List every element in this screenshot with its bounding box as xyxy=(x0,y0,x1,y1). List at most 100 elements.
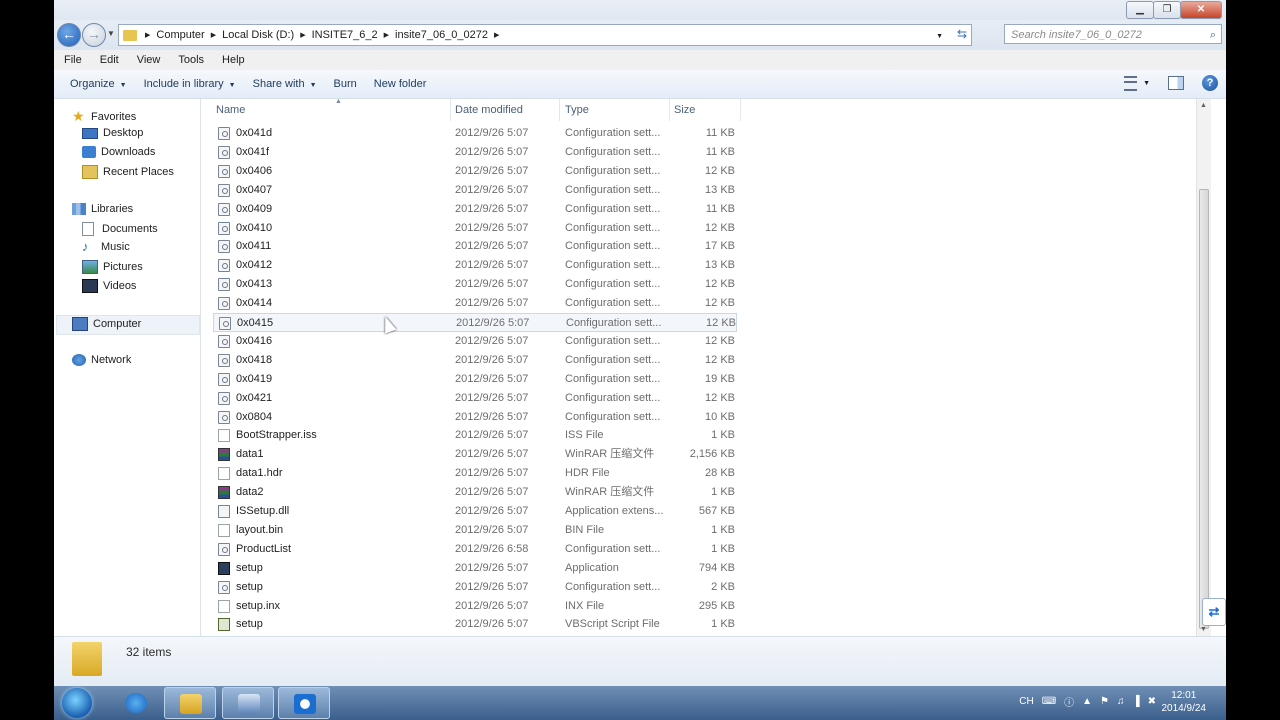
taskbar-windows-explorer[interactable] xyxy=(164,687,216,719)
refresh-icon[interactable]: ⇆ xyxy=(957,27,967,41)
file-row[interactable]: setup 2012/9/26 5:07 VBScript Script File 1… xyxy=(213,615,737,634)
file-row[interactable]: 0x0419 2012/9/26 5:07 Configuration sett..… xyxy=(213,370,737,389)
nav-network[interactable]: Network xyxy=(72,354,131,366)
power-icon[interactable]: ✖ xyxy=(1148,696,1156,707)
address-dropdown-icon[interactable]: ▼ xyxy=(936,33,943,40)
file-row[interactable]: setup 2012/9/26 5:07 Application 794 KB xyxy=(213,559,737,578)
volume-icon[interactable]: ♫ xyxy=(1117,696,1125,707)
file-row[interactable]: 0x0409 2012/9/26 5:07 Configuration sett..… xyxy=(213,200,737,219)
organize-button[interactable]: Organize ▼ xyxy=(62,78,136,90)
nav-computer[interactable]: Computer xyxy=(72,317,141,331)
preview-pane-icon[interactable] xyxy=(1168,76,1184,90)
burn-button[interactable]: Burn xyxy=(326,78,366,90)
file-row[interactable]: setup.inx 2012/9/26 5:07 INX File 295 KB xyxy=(213,597,737,616)
column-header-name[interactable]: Name ▲ xyxy=(211,98,451,121)
nav-music[interactable]: ♪ Music xyxy=(82,240,130,253)
file-row[interactable]: 0x0416 2012/9/26 5:07 Configuration sett..… xyxy=(213,332,737,351)
breadcrumb-insite[interactable]: INSITE7_6_2 xyxy=(308,29,382,41)
address-bar[interactable]: ▶ Computer ▶ Local Disk (D:) ▶ INSITE7_6… xyxy=(118,24,972,46)
scrollbar-thumb[interactable] xyxy=(1199,189,1209,629)
taskbar-internet-explorer[interactable] xyxy=(110,687,162,719)
config-file-icon xyxy=(218,202,230,216)
help-tray-icon[interactable]: ⓘ xyxy=(1064,694,1074,709)
menu-edit[interactable]: Edit xyxy=(90,54,127,66)
chevron-right-icon[interactable]: ▶ xyxy=(382,31,391,39)
back-button[interactable]: ← xyxy=(57,23,81,47)
file-size: 1 KB xyxy=(711,486,735,499)
scroll-up-arrow[interactable]: ▲ xyxy=(1200,102,1207,109)
file-row[interactable]: 0x041d 2012/9/26 5:07 Configuration sett..… xyxy=(213,124,737,143)
file-row[interactable]: 0x0407 2012/9/26 5:07 Configuration sett..… xyxy=(213,181,737,200)
file-row[interactable]: data1 2012/9/26 5:07 WinRAR 压缩文件 2,156 KB xyxy=(213,445,737,464)
taskbar-teamviewer[interactable] xyxy=(278,687,330,719)
flag-icon[interactable]: ⚑ xyxy=(1100,696,1109,707)
chevron-right-icon[interactable]: ▶ xyxy=(298,31,307,39)
column-header-type[interactable]: Type xyxy=(560,99,670,121)
search-icon[interactable]: ⌕ xyxy=(1210,25,1216,45)
new-folder-button[interactable]: New folder xyxy=(366,78,436,90)
clock[interactable]: 12:01 2014/9/24 xyxy=(1162,689,1207,715)
nav-documents[interactable]: Documents xyxy=(82,222,158,236)
file-row[interactable]: layout.bin 2012/9/26 5:07 BIN File 1 KB xyxy=(213,521,737,540)
file-row[interactable]: 0x0412 2012/9/26 5:07 Configuration sett..… xyxy=(213,256,737,275)
teamviewer-side-icon[interactable]: ⇄ xyxy=(1202,598,1226,626)
forward-button[interactable]: → xyxy=(82,23,106,47)
vertical-scrollbar[interactable]: ▲ ▼ xyxy=(1196,99,1211,636)
file-row[interactable]: 0x0418 2012/9/26 5:07 Configuration sett..… xyxy=(213,351,737,370)
taskbar-app[interactable] xyxy=(222,687,274,719)
include-in-library-button[interactable]: Include in library ▼ xyxy=(136,78,245,90)
minimize-button[interactable]: ▁ xyxy=(1126,1,1154,19)
nav-pictures[interactable]: Pictures xyxy=(82,260,143,274)
menu-tools[interactable]: Tools xyxy=(168,54,212,66)
file-name: data1.hdr xyxy=(236,467,283,480)
chevron-right-icon[interactable]: ▶ xyxy=(209,31,218,39)
menu-file[interactable]: File xyxy=(54,54,90,66)
restore-button[interactable]: ❐ xyxy=(1153,1,1181,19)
file-row[interactable]: 0x0413 2012/9/26 5:07 Configuration sett..… xyxy=(213,275,737,294)
config-file-icon xyxy=(218,278,230,292)
share-with-button[interactable]: Share with ▼ xyxy=(245,78,326,90)
file-row[interactable]: setup 2012/9/26 5:07 Configuration sett...… xyxy=(213,578,737,597)
menu-help[interactable]: Help xyxy=(212,54,253,66)
file-row[interactable]: 0x0414 2012/9/26 5:07 Configuration sett..… xyxy=(213,294,737,313)
taskbar: CH ⌨ ⓘ ▲ ⚑ ♫ ▐ ✖ 12:01 2014/9/24 xyxy=(54,686,1226,720)
network-tray-icon[interactable]: ▐ xyxy=(1133,696,1140,707)
file-row[interactable]: 0x0410 2012/9/26 5:07 Configuration sett..… xyxy=(213,219,737,238)
file-row[interactable]: BootStrapper.iss 2012/9/26 5:07 ISS File 1 … xyxy=(213,426,737,445)
change-view-icon[interactable] xyxy=(1124,75,1138,91)
view-options-dropdown[interactable]: ▼ xyxy=(1143,80,1150,87)
scroll-down-arrow[interactable]: ▼ xyxy=(1200,626,1207,633)
breadcrumb-computer[interactable]: Computer xyxy=(152,29,208,41)
file-row[interactable]: 0x0421 2012/9/26 5:07 Configuration sett..… xyxy=(213,389,737,408)
keyboard-icon[interactable]: ⌨ xyxy=(1042,696,1056,707)
language-indicator[interactable]: CH xyxy=(1019,696,1033,707)
menu-view[interactable]: View xyxy=(127,54,169,66)
file-row[interactable]: data1.hdr 2012/9/26 5:07 HDR File 28 KB xyxy=(213,464,737,483)
file-row[interactable]: 0x041f 2012/9/26 5:07 Configuration sett..… xyxy=(213,143,737,162)
search-input[interactable]: Search insite7_06_0_0272 ⌕ xyxy=(1004,24,1222,44)
help-icon[interactable]: ? xyxy=(1202,75,1218,91)
recent-pages-dropdown[interactable]: ▼ xyxy=(107,29,115,38)
file-row[interactable]: data2 2012/9/26 5:07 WinRAR 压缩文件 1 KB xyxy=(213,483,737,502)
start-button[interactable] xyxy=(62,688,92,718)
nav-recent-places[interactable]: Recent Places xyxy=(82,165,174,179)
nav-downloads[interactable]: Downloads xyxy=(82,146,155,158)
close-button[interactable]: ✕ xyxy=(1180,1,1222,19)
nav-desktop[interactable]: Desktop xyxy=(82,127,143,139)
nav-videos[interactable]: Videos xyxy=(82,279,136,293)
nav-favorites[interactable]: ★ Favorites xyxy=(72,108,136,125)
show-hidden-icons-icon[interactable]: ▲ xyxy=(1082,696,1092,707)
file-row[interactable]: ISSetup.dll 2012/9/26 5:07 Application ext… xyxy=(213,502,737,521)
file-row[interactable]: 0x0406 2012/9/26 5:07 Configuration sett..… xyxy=(213,162,737,181)
column-header-size[interactable]: Size xyxy=(669,99,741,121)
file-row[interactable]: 0x0415 2012/9/26 5:07 Configuration sett..… xyxy=(213,313,737,332)
chevron-right-icon[interactable]: ▶ xyxy=(492,31,501,39)
chevron-right-icon[interactable]: ▶ xyxy=(143,31,152,39)
breadcrumb-current[interactable]: insite7_06_0_0272 xyxy=(391,29,492,41)
file-row[interactable]: 0x0411 2012/9/26 5:07 Configuration sett..… xyxy=(213,237,737,256)
file-row[interactable]: ProductList 2012/9/26 6:58 Configuration s… xyxy=(213,540,737,559)
column-header-date[interactable]: Date modified xyxy=(450,99,560,121)
breadcrumb-local-disk[interactable]: Local Disk (D:) xyxy=(218,29,298,41)
nav-libraries[interactable]: Libraries xyxy=(72,203,133,215)
file-row[interactable]: 0x0804 2012/9/26 5:07 Configuration sett..… xyxy=(213,408,737,427)
